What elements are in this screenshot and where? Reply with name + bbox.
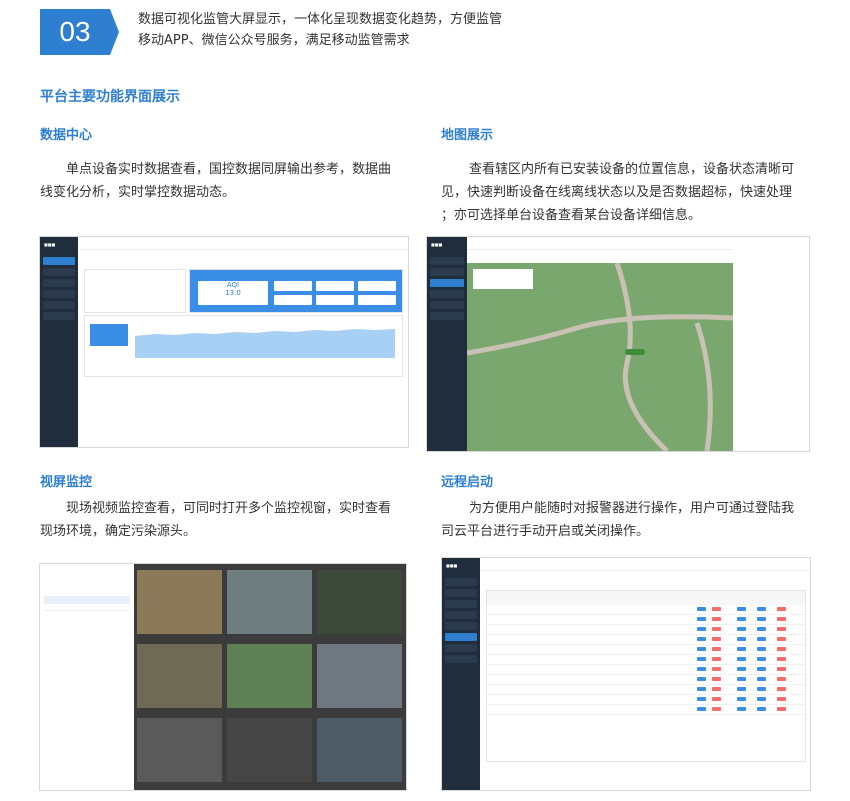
- map-area: [467, 263, 733, 451]
- trend-chart: [135, 329, 395, 358]
- video-window[interactable]: [317, 644, 402, 708]
- card-title-video: 视屏监控: [40, 475, 93, 490]
- sidebar: ■■■: [40, 237, 78, 447]
- card-title-remote-start: 远程启动: [441, 475, 494, 490]
- top-bar: [480, 558, 810, 571]
- desc-line: 现场环境，确定污染源头。: [40, 524, 197, 539]
- card-desc-video: 现场视频监控查看，可同时打开多个监控视窗，实时查看 现场环境，确定污染源头。: [40, 497, 410, 543]
- desc-line: 线变化分析，实时掌控数据动态。: [40, 185, 236, 200]
- video-window[interactable]: [137, 718, 222, 782]
- aqi-box: AQI 13.0: [198, 281, 268, 305]
- sidebar: ■■■: [442, 558, 480, 790]
- screenshot-remote-start: ■■■: [441, 557, 811, 791]
- trend-panel: [84, 315, 403, 377]
- card-desc-remote-start: 为方便用户能随时对报警器进行操作，用户可通过登陆我 司云平台进行手动开启或关闭操…: [441, 497, 811, 543]
- video-window[interactable]: [227, 644, 312, 708]
- desc-line: ；亦可选择单台设备查看某台设备详细信息。: [441, 208, 702, 223]
- screenshot-map: ■■■: [426, 236, 810, 452]
- device-list-panel: [40, 564, 134, 790]
- device-info-panel: [84, 269, 186, 313]
- aqi-value: 13.0: [225, 289, 241, 297]
- section-number-badge: 03: [40, 9, 119, 55]
- alarm-table-panel: [486, 590, 806, 762]
- screenshot-video: [39, 563, 407, 791]
- screenshot-data-center: ■■■ AQI 13.0: [39, 236, 409, 448]
- top-bar: [78, 237, 408, 250]
- card-title-data-center: 数据中心: [40, 128, 93, 143]
- aqi-label: AQI: [226, 281, 240, 289]
- intro-line-2: 移动APP、微信公众号服务，满足移动监管需求: [138, 33, 410, 48]
- section-title: 平台主要功能界面展示: [40, 89, 180, 105]
- desc-line: 司云平台进行手动开启或关闭操作。: [441, 524, 650, 539]
- video-window[interactable]: [137, 570, 222, 634]
- desc-line: 单点设备实时数据查看，国控数据同屏输出参考，数据曲: [66, 162, 392, 177]
- sidebar: ■■■: [427, 237, 467, 451]
- desc-line: 为方便用户能随时对报警器进行操作，用户可通过登陆我: [469, 501, 795, 516]
- section-number: 03: [59, 16, 91, 47]
- desc-line: 见，快速判断设备在线离线状态以及是否数据超标，快速处理: [441, 185, 793, 200]
- desc-line: 查看辖区内所有已安装设备的位置信息，设备状态清晰可: [469, 162, 795, 177]
- intro-text: 数据可视化监管大屏显示，一体化呈现数据变化趋势，方便监管 移动APP、微信公众号…: [138, 9, 502, 51]
- video-window[interactable]: [227, 570, 312, 634]
- aqi-panel: AQI 13.0: [189, 269, 403, 313]
- card-title-map: 地图展示: [441, 128, 494, 143]
- video-window[interactable]: [227, 718, 312, 782]
- intro-line-1: 数据可视化监管大屏显示，一体化呈现数据变化趋势，方便监管: [138, 12, 503, 27]
- video-window[interactable]: [317, 718, 402, 782]
- desc-line: 现场视频监控查看，可同时打开多个监控视窗，实时查看: [66, 501, 392, 516]
- card-desc-map: 查看辖区内所有已安装设备的位置信息，设备状态清晰可 见，快速判断设备在线离线状态…: [441, 158, 811, 227]
- top-bar: [467, 237, 733, 250]
- video-window[interactable]: [137, 644, 222, 708]
- device-detail-panel: [733, 237, 809, 337]
- card-desc-data-center: 单点设备实时数据查看，国控数据同屏输出参考，数据曲 线变化分析，实时掌控数据动态…: [40, 158, 410, 204]
- video-window[interactable]: [317, 570, 402, 634]
